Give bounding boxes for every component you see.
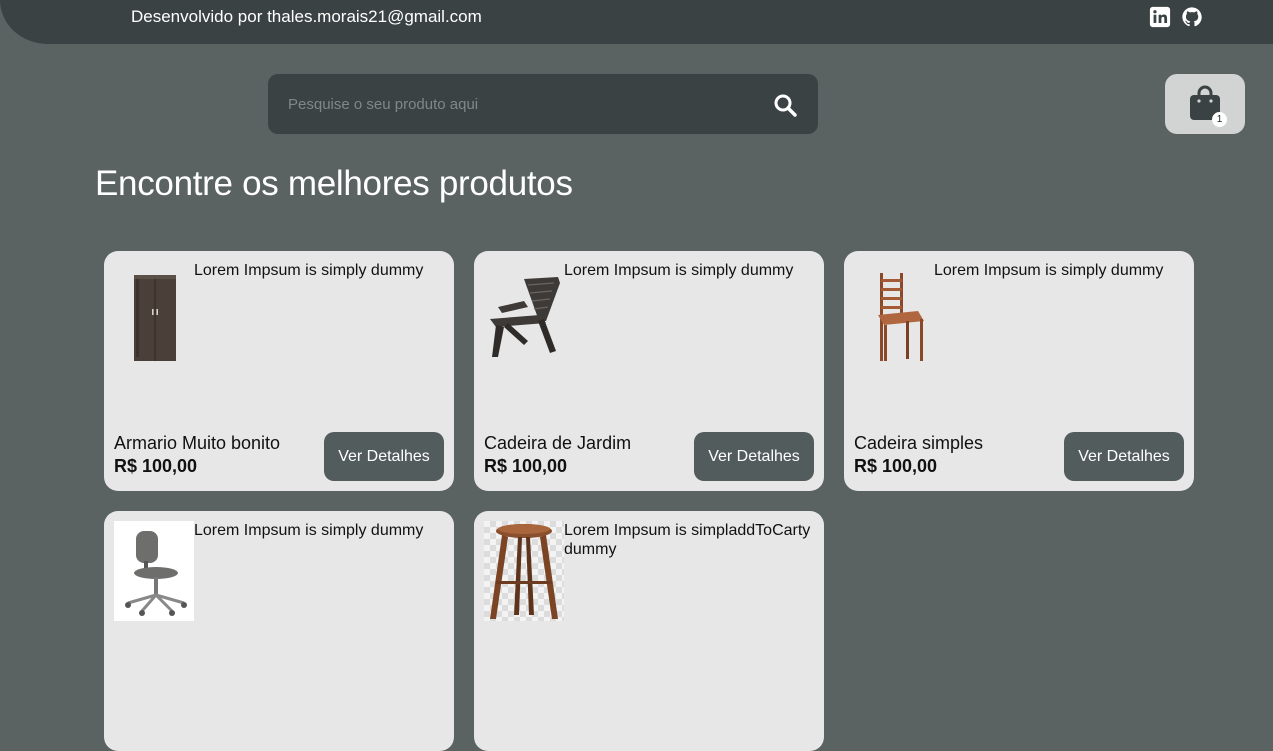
view-details-button[interactable]: Ver Detalhes bbox=[694, 432, 814, 481]
cart-button[interactable]: 1 bbox=[1165, 74, 1245, 134]
view-details-button[interactable]: Ver Detalhes bbox=[1064, 432, 1184, 481]
view-details-button[interactable]: Ver Detalhes bbox=[324, 432, 444, 481]
search-icon[interactable] bbox=[773, 93, 797, 117]
wooden-stool-image bbox=[484, 521, 564, 621]
wooden-chair-image bbox=[878, 273, 924, 361]
cart-count-badge: 1 bbox=[1212, 112, 1227, 127]
product-price: R$ 100,00 bbox=[854, 456, 938, 476]
top-bar: Desenvolvido por thales.morais21@gmail.c… bbox=[0, 0, 1273, 44]
product-card: Lorem Impsum is simply dummy Cadeira de … bbox=[474, 251, 824, 491]
product-card: Lorem Impsum is simply dummy Cadeira sim… bbox=[844, 251, 1194, 491]
linkedin-icon[interactable] bbox=[1149, 6, 1171, 28]
garden-chair-image bbox=[490, 277, 560, 357]
product-description: Lorem Impsum is simply dummy bbox=[564, 262, 794, 279]
developer-credit: Desenvolvido por thales.morais21@gmail.c… bbox=[131, 7, 482, 26]
product-card: Lorem Impsum is simpladdToCarty dummy bbox=[474, 511, 824, 751]
search-bar bbox=[268, 74, 818, 134]
product-name: Cadeira simples bbox=[854, 433, 984, 453]
github-icon[interactable] bbox=[1181, 6, 1203, 28]
product-description: Lorem Impsum is simply dummy bbox=[194, 522, 424, 539]
product-card: Lorem Impsum is simply dummy bbox=[104, 511, 454, 751]
product-description: Lorem Impsum is simply dummy bbox=[934, 262, 1164, 279]
product-description: Lorem Impsum is simply dummy bbox=[194, 262, 424, 279]
office-chair-image bbox=[114, 521, 194, 621]
wardrobe-image bbox=[134, 275, 176, 361]
product-name: Cadeira de Jardim bbox=[484, 433, 632, 453]
product-price: R$ 100,00 bbox=[484, 456, 568, 476]
product-price: R$ 100,00 bbox=[114, 456, 198, 476]
search-input[interactable] bbox=[268, 74, 758, 134]
page-title: Encontre os melhores produtos bbox=[95, 164, 573, 203]
product-name: Armario Muito bonito bbox=[114, 433, 281, 453]
product-card: Lorem Impsum is simply dummy Armario Mui… bbox=[104, 251, 454, 491]
product-description: Lorem Impsum is simpladdToCarty dummy bbox=[564, 522, 811, 558]
